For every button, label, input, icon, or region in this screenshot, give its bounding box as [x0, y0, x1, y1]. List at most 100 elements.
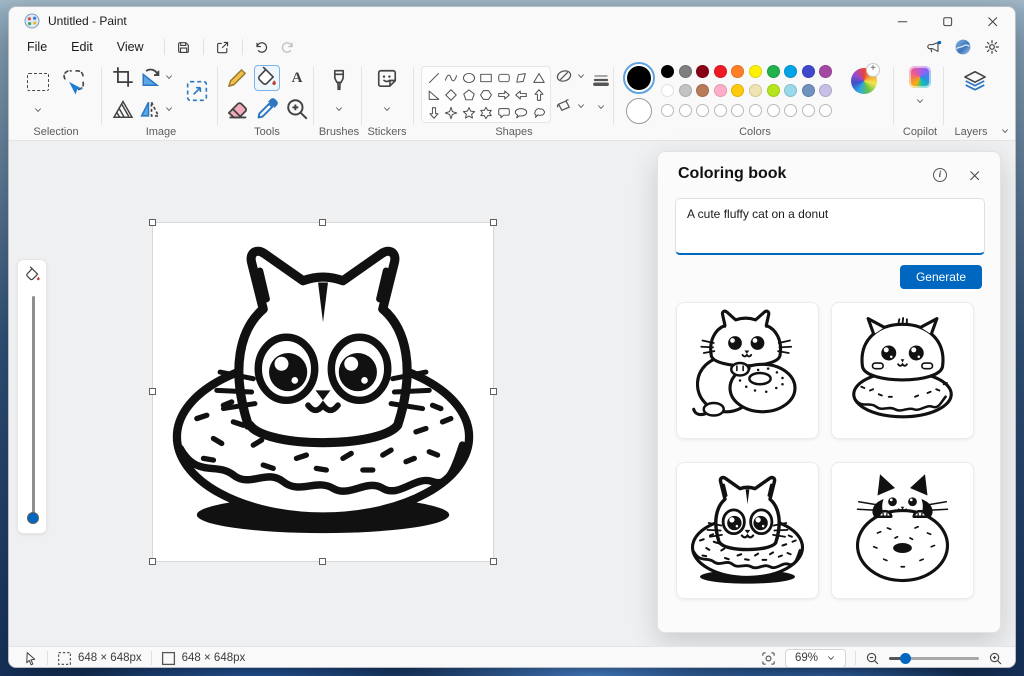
shape-arrow-left[interactable]	[513, 87, 531, 105]
generated-thumbnail-3-cat-inside-donut[interactable]	[676, 462, 819, 599]
flip-chevron[interactable]	[163, 103, 175, 115]
palette-color-0-4[interactable]	[731, 65, 745, 78]
zoom-slider[interactable]	[889, 652, 979, 664]
generate-button[interactable]: Generate	[899, 265, 982, 289]
shape-diamond[interactable]	[443, 87, 461, 105]
maximize-button[interactable]	[925, 7, 970, 35]
save-button[interactable]	[171, 36, 197, 58]
shape-triangle[interactable]	[530, 69, 548, 87]
shape-speech-bubble-oval[interactable]	[513, 104, 531, 122]
shape-lightning[interactable]	[443, 122, 461, 123]
palette-color-0-6[interactable]	[766, 65, 780, 78]
menu-item-file[interactable]: File	[17, 37, 57, 57]
selection-handle-se[interactable]	[490, 558, 497, 565]
selection-handle-e[interactable]	[490, 388, 497, 395]
generated-thumbnail-4-tuxedo-cat-behind-donut[interactable]	[831, 462, 974, 599]
selection-handle-ne[interactable]	[490, 219, 497, 226]
palette-color-1-1[interactable]	[678, 84, 692, 98]
shape-line[interactable]	[425, 69, 443, 87]
selection-handle-s[interactable]	[319, 558, 326, 565]
magnifier-icon[interactable]	[284, 96, 310, 122]
shape-speech-bubble-rounded[interactable]	[495, 104, 513, 122]
share-button[interactable]	[210, 36, 236, 58]
palette-empty-slot-3[interactable]	[713, 103, 727, 117]
rotate-chevron[interactable]	[163, 71, 175, 83]
shape-fill-chevron[interactable]	[575, 100, 587, 112]
selection-handle-nw[interactable]	[149, 219, 156, 226]
shape-star-six[interactable]	[478, 104, 496, 122]
palette-color-0-1[interactable]	[678, 65, 692, 78]
palette-empty-slot-9[interactable]	[819, 103, 833, 117]
close-button[interactable]	[970, 7, 1015, 35]
shape-pentagon[interactable]	[460, 87, 478, 105]
copilot-icon[interactable]	[909, 66, 931, 88]
generated-thumbnail-2-fluffy-cat-on-donut[interactable]	[831, 302, 974, 439]
shape-star-five[interactable]	[460, 104, 478, 122]
free-form-select-icon[interactable]	[59, 67, 87, 95]
shape-fill-icon[interactable]	[555, 97, 573, 115]
eyedropper-icon[interactable]	[254, 96, 280, 122]
shape-polygon[interactable]	[513, 69, 531, 87]
eraser-icon[interactable]	[224, 96, 250, 122]
palette-empty-slot-2[interactable]	[696, 103, 710, 117]
selection-handle-w[interactable]	[149, 388, 156, 395]
shape-speech-bubble-cloud[interactable]	[530, 104, 548, 122]
shape-arrow-right[interactable]	[495, 87, 513, 105]
rectangle-select-icon[interactable]	[25, 69, 51, 95]
palette-color-0-7[interactable]	[784, 65, 798, 78]
undo-button[interactable]	[249, 36, 275, 58]
slider-track[interactable]	[31, 296, 35, 518]
palette-color-1-2[interactable]	[696, 84, 710, 98]
menu-item-view[interactable]: View	[107, 37, 154, 57]
shape-rounded-rectangle[interactable]	[495, 69, 513, 87]
account-avatar[interactable]	[955, 39, 971, 55]
info-icon[interactable]: i	[932, 167, 948, 183]
text-tool-icon[interactable]: A	[284, 65, 310, 91]
rotate-icon[interactable]	[138, 65, 162, 89]
shape-heart[interactable]	[425, 122, 443, 123]
sticker-icon[interactable]	[375, 67, 399, 91]
brushes-chevron[interactable]	[333, 103, 345, 115]
shape-oval[interactable]	[460, 69, 478, 87]
shape-right-triangle[interactable]	[425, 87, 443, 105]
settings-gear-icon[interactable]	[979, 36, 1005, 58]
shape-arrow-up[interactable]	[530, 87, 548, 105]
pencil-icon[interactable]	[224, 65, 250, 91]
layers-chevron[interactable]	[999, 125, 1011, 137]
selection-dropdown-chevron[interactable]	[31, 103, 45, 117]
prompt-input[interactable]: A cute fluffy cat on a donut	[675, 198, 985, 255]
feedback-megaphone-icon[interactable]	[921, 36, 947, 58]
line-size-chevron[interactable]	[595, 101, 607, 113]
generated-thumbnail-1-cat-hugging-donut[interactable]	[676, 302, 819, 439]
palette-color-1-6[interactable]	[766, 84, 780, 98]
palette-color-0-8[interactable]	[801, 65, 815, 78]
palette-color-1-4[interactable]	[731, 84, 745, 98]
shape-hexagon[interactable]	[478, 87, 496, 105]
palette-empty-slot-1[interactable]	[678, 103, 692, 117]
palette-color-1-8[interactable]	[801, 84, 815, 98]
palette-color-1-5[interactable]	[748, 84, 762, 98]
palette-empty-slot-4[interactable]	[731, 103, 745, 117]
slider-handle[interactable]	[27, 512, 39, 524]
foreground-color-swatch[interactable]	[623, 62, 655, 94]
selection-handle-sw[interactable]	[149, 558, 156, 565]
selection-handle-n[interactable]	[319, 219, 326, 226]
copilot-chevron[interactable]	[914, 95, 926, 107]
resize-skew-icon[interactable]	[111, 97, 135, 121]
palette-empty-slot-0[interactable]	[661, 103, 674, 117]
shape-outline-icon[interactable]	[555, 67, 573, 85]
zoom-in-icon[interactable]	[988, 651, 1003, 666]
shape-arrow-down[interactable]	[425, 104, 443, 122]
zoom-level-dropdown[interactable]: 69%	[784, 648, 846, 667]
panel-close-icon[interactable]	[966, 167, 982, 183]
flip-icon[interactable]	[138, 97, 162, 121]
resize-image-icon[interactable]	[185, 79, 209, 103]
shape-star-four[interactable]	[443, 104, 461, 122]
palette-color-1-0[interactable]	[661, 84, 674, 98]
palette-empty-slot-5[interactable]	[748, 103, 762, 117]
stickers-chevron[interactable]	[381, 103, 393, 115]
palette-empty-slot-7[interactable]	[784, 103, 798, 117]
shape-curve[interactable]	[443, 69, 461, 87]
edit-colors-wheel-icon[interactable]	[851, 63, 880, 94]
minimize-button[interactable]	[880, 7, 925, 35]
